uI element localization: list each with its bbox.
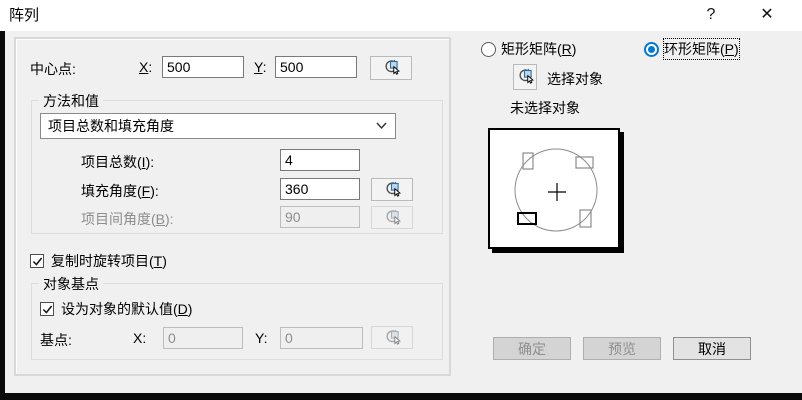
default-base-checkbox[interactable]: 设为对象的默认值(D): [40, 299, 192, 319]
screen: { "window": { "title": "阵列", "help_glyph…: [0, 0, 802, 400]
radio-polar-array[interactable]: 环形矩阵(P): [644, 39, 739, 59]
items-total-label: 项目总数(I):: [81, 152, 154, 172]
method-dropdown-value: 项目总数和填充角度: [48, 116, 174, 136]
pick-point-icon: [384, 208, 401, 228]
angle-between-input: [280, 206, 360, 228]
default-base-label: 设为对象的默认值(D): [61, 299, 192, 319]
center-y-label: Y:: [254, 59, 266, 75]
base-point-label: 基点:: [40, 330, 72, 350]
base-x-input: [163, 327, 243, 349]
angle-to-fill-input[interactable]: [280, 178, 360, 200]
object-base-group-title: 对象基点: [39, 274, 103, 294]
dialog-body: 中心点: X: Y: 方法和值 项目总数和填充角度: [5, 31, 802, 393]
ok-button: 确定: [493, 337, 571, 360]
method-group-title: 方法和值: [39, 91, 103, 111]
selection-status-text: 未选择对象: [510, 98, 580, 118]
pick-point-icon: [383, 58, 400, 78]
base-y-input: [280, 327, 363, 349]
center-x-input[interactable]: [162, 56, 244, 78]
pick-center-point-button[interactable]: [370, 56, 412, 80]
center-x-label: X:: [139, 59, 152, 75]
pick-angle-between-button: [371, 206, 413, 229]
radio-rectangular-array[interactable]: 矩形矩阵(R): [481, 39, 576, 59]
pick-angle-to-fill-button[interactable]: [371, 178, 413, 201]
select-objects-button[interactable]: [513, 64, 537, 90]
preview-button: 预览: [583, 337, 661, 360]
center-y-input[interactable]: [275, 56, 357, 78]
base-x-label: X:: [133, 330, 146, 346]
polar-array-preview-drawing: [490, 130, 618, 247]
dialog-title: 阵列: [9, 0, 39, 31]
radio-checked-icon: [644, 42, 659, 57]
chevron-down-icon: [376, 122, 387, 130]
select-objects-label: 选择对象: [547, 69, 603, 89]
rotate-items-label: 复制时旋转项目(T): [51, 251, 167, 271]
pick-objects-icon: [517, 67, 534, 87]
method-group: 方法和值 项目总数和填充角度 项目总数(I): 填充角度(F):: [31, 100, 443, 234]
pick-point-icon: [384, 328, 401, 348]
help-button[interactable]: ?: [694, 0, 728, 30]
pick-base-point-button: [371, 326, 413, 349]
close-button[interactable]: ✕: [750, 0, 784, 30]
parameters-panel: 中心点: X: Y: 方法和值 项目总数和填充角度: [14, 37, 451, 376]
radio-unchecked-icon: [481, 42, 496, 57]
polar-array-label: 环形矩阵(P): [664, 39, 739, 59]
angle-to-fill-label: 填充角度(F):: [81, 181, 159, 201]
rectangular-array-label: 矩形矩阵(R): [501, 39, 576, 59]
object-base-group: 对象基点 设为对象的默认值(D) 基点: X: Y:: [31, 283, 443, 360]
base-y-label: Y:: [255, 330, 267, 346]
pick-point-icon: [384, 180, 401, 200]
items-total-input[interactable]: [280, 149, 360, 171]
method-dropdown[interactable]: 项目总数和填充角度: [40, 113, 396, 139]
center-point-label: 中心点:: [30, 59, 76, 79]
angle-between-label: 项目间角度(B):: [81, 209, 174, 229]
cancel-button[interactable]: 取消: [673, 337, 751, 360]
checkbox-checked-icon: [40, 302, 54, 316]
array-preview-graphic: [488, 128, 620, 249]
rotate-items-checkbox[interactable]: 复制时旋转项目(T): [30, 251, 167, 271]
checkbox-checked-icon: [30, 254, 44, 268]
title-bar: 阵列 ? ✕: [0, 0, 802, 31]
